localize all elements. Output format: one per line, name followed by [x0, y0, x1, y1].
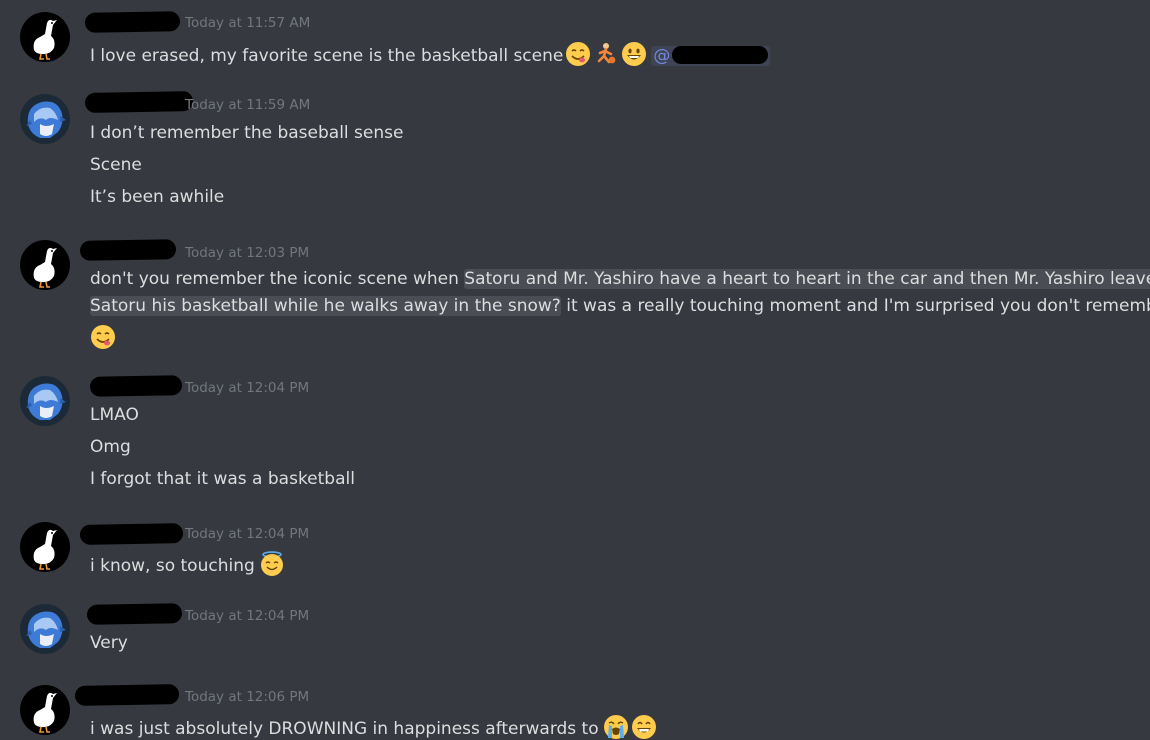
- message-text: don't you remember the iconic scene when…: [90, 269, 1150, 289]
- redacted-username[interactable]: [89, 375, 183, 397]
- face-savoring-food-emoji: [565, 41, 591, 67]
- message-text: Very: [90, 633, 128, 653]
- message-text-part: don't you remember the iconic scene when: [90, 269, 465, 289]
- redacted-username[interactable]: [74, 684, 180, 706]
- goose-avatar[interactable]: [20, 522, 70, 572]
- redacted-username[interactable]: [86, 603, 183, 625]
- blue-hair-avatar[interactable]: [20, 376, 70, 426]
- message-text-part: it was a really touching moment and I'm …: [560, 296, 1150, 316]
- highlighted-text: Satoru and Mr. Yashiro have a heart to h…: [464, 269, 1150, 289]
- message-text: Omg: [90, 437, 131, 457]
- redacted-username[interactable]: [79, 239, 177, 261]
- message-text: I don’t remember the baseball sense: [90, 123, 404, 143]
- message-timestamp: Today at 12:04 PM: [185, 608, 310, 624]
- message-timestamp: Today at 12:04 PM: [185, 526, 310, 542]
- person-bouncing-ball-emoji: [593, 41, 619, 67]
- grinning-face-emoji: [621, 41, 647, 67]
- blue-hair-avatar[interactable]: [20, 94, 70, 144]
- loudly-crying-face-emoji: [603, 714, 629, 740]
- goose-avatar[interactable]: [20, 240, 70, 290]
- message-timestamp: Today at 12:03 PM: [185, 245, 310, 261]
- message-text: i was just absolutely DROWNING in happin…: [90, 714, 657, 740]
- message-text-part: i was just absolutely DROWNING in happin…: [90, 719, 599, 739]
- grinning-face-with-smiling-eyes-emoji: [631, 714, 657, 740]
- goose-avatar[interactable]: [20, 12, 70, 62]
- message-text-part: I love erased, my favorite scene is the …: [90, 46, 564, 66]
- message-text: I love erased, my favorite scene is the …: [90, 41, 771, 67]
- message-text: LMAO: [90, 405, 139, 425]
- goose-avatar[interactable]: [20, 685, 70, 735]
- face-savoring-food-emoji: [90, 324, 116, 350]
- user-mention[interactable]: @: [651, 46, 771, 66]
- message-text: [90, 324, 116, 350]
- redacted-username[interactable]: [84, 91, 194, 113]
- redacted-username[interactable]: [84, 11, 181, 33]
- chat-message-list: Today at 11:57 AM I love erased, my favo…: [0, 0, 1150, 740]
- message-text-part: i know, so touching: [90, 556, 255, 576]
- message-timestamp: Today at 12:06 PM: [185, 689, 310, 705]
- message-timestamp: Today at 12:04 PM: [185, 380, 310, 396]
- message-text: Satoru his basketball while he walks awa…: [90, 296, 1150, 316]
- message-timestamp: Today at 11:59 AM: [185, 97, 311, 113]
- highlighted-text: Satoru his basketball while he walks awa…: [90, 296, 561, 316]
- redacted-username[interactable]: [79, 523, 184, 545]
- message-text: It’s been awhile: [90, 187, 225, 207]
- smiling-face-with-halo-emoji: [259, 551, 285, 577]
- message-text: Scene: [90, 155, 142, 175]
- message-text: I forgot that it was a basketball: [90, 469, 355, 489]
- redacted-mention: [672, 46, 769, 64]
- mention-prefix: @: [653, 46, 671, 66]
- blue-hair-avatar[interactable]: [20, 604, 70, 654]
- message-text: i know, so touching: [90, 551, 285, 577]
- message-timestamp: Today at 11:57 AM: [185, 15, 311, 31]
